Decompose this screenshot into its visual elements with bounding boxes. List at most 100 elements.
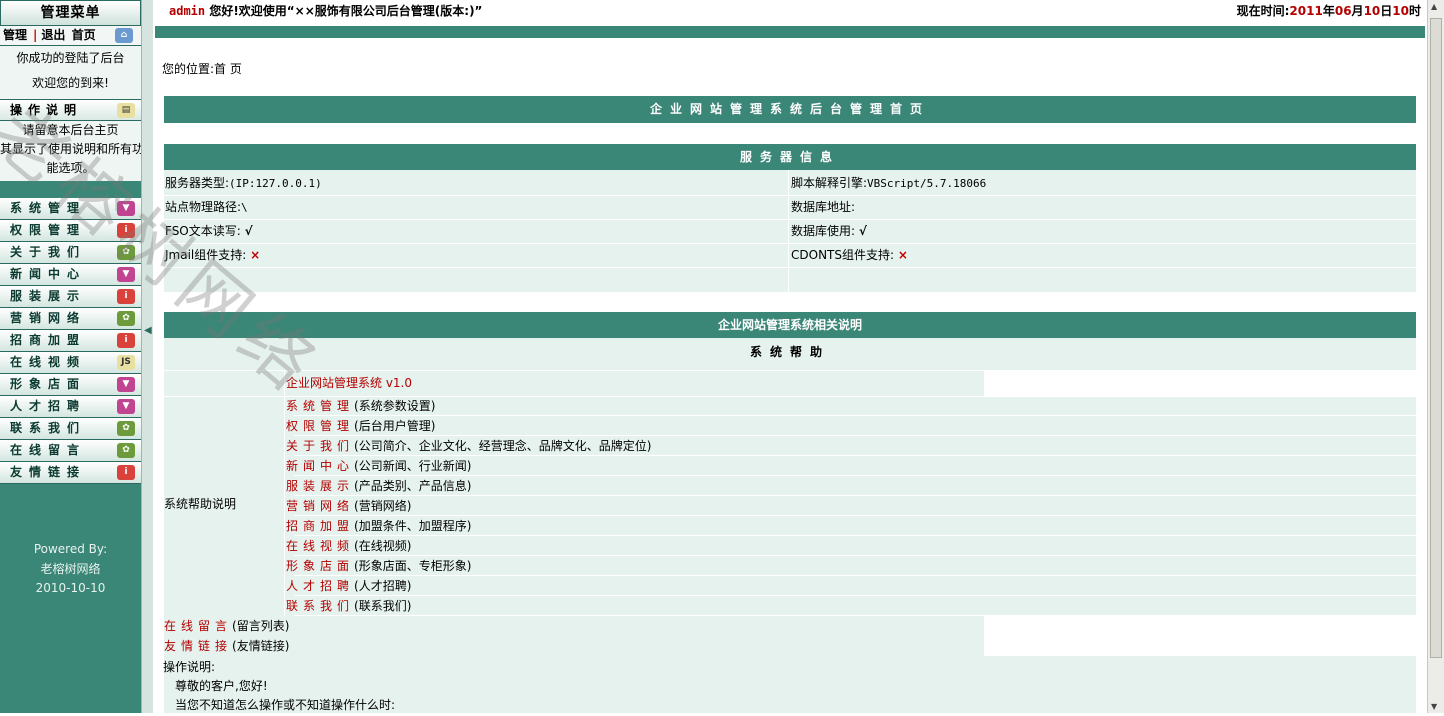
menu-red-icon: i [117, 223, 135, 238]
welcome-line-2: 欢迎您的到来! [32, 76, 109, 90]
welcome-line-1: 你成功的登陆了后台 [16, 51, 125, 65]
help-item-link[interactable]: 营销网络 [286, 499, 354, 513]
help-extra-item: 友情链接(友情链接) [164, 635, 289, 657]
fso-support: FSO文本读写: √ [165, 224, 253, 238]
sidebar-menu-item[interactable]: 关于我们 ✿ [0, 242, 141, 264]
scroll-down-icon[interactable]: ▼ [1431, 702, 1437, 711]
menu-item-label: 新闻中心 [10, 267, 87, 281]
help-item-link[interactable]: 形象店面 [286, 559, 354, 573]
sidebar-menu-item[interactable]: 形象店面 ▼ [0, 374, 141, 396]
home-link[interactable]: 首页 [72, 28, 96, 42]
breadcrumb: 您的位置:首 页 [162, 62, 242, 76]
help-item: 权限管理(后台用户管理) [286, 415, 435, 437]
menu-red-icon: i [117, 289, 135, 304]
guide-line-1: 请留意本后台主页 [22, 123, 119, 137]
sidebar-footer: Powered By: 老榕树网络 2010-10-10 [0, 540, 141, 599]
menu-green-icon: ✿ [117, 443, 135, 458]
menu-item-label: 人才招聘 [10, 399, 87, 413]
sidebar-menu-item[interactable]: 系统管理 ▼ [0, 198, 141, 220]
time-month: 06 [1334, 4, 1352, 18]
sidebar-menu-item[interactable]: 服装展示 i [0, 286, 141, 308]
help-item-link[interactable]: 联系我们 [286, 599, 354, 613]
help-extra-link[interactable]: 在线留言 [164, 619, 232, 633]
server-type: 服务器类型:(IP:127.0.0.1) [165, 176, 322, 190]
cdonts-support: CDONTS组件支持: × [791, 248, 908, 262]
database-usage: 数据库使用: √ [791, 224, 867, 238]
menu-item-label: 形象店面 [10, 377, 87, 391]
menu-red-icon: i [117, 465, 135, 480]
sidebar-menu-item[interactable]: 在线留言 ✿ [0, 440, 141, 462]
help-item: 关于我们(公司简介、企业文化、经营理念、品牌文化、品牌定位) [286, 435, 651, 457]
script-engine: 脚本解释引擎:VBScript/5.7.18066 [791, 176, 987, 190]
page-title: 企业网站管理系统后台管理首页 [164, 96, 1416, 123]
help-item-desc: (形象店面、专柜形象) [354, 559, 472, 573]
help-item-link[interactable]: 权限管理 [286, 419, 354, 433]
server-info-table [164, 170, 1416, 292]
help-item-desc: (加盟条件、加盟程序) [354, 519, 472, 533]
main-frame: admin 您好!欢迎使用“××服饰有限公司后台管理(版本:)” 现在时间:20… [155, 0, 1444, 713]
help-item-link[interactable]: 在线视频 [286, 539, 354, 553]
scroll-up-icon[interactable]: ▲ [1431, 2, 1437, 11]
help-extra-item: 在线留言(留言列表) [164, 615, 289, 637]
time-month-unit: 月 [1351, 4, 1364, 18]
sidebar-menu-item[interactable]: 营销网络 ✿ [0, 308, 141, 330]
time-year-unit: 年 [1322, 4, 1335, 18]
help-item-desc: (后台用户管理) [354, 419, 436, 433]
scroll-thumb[interactable] [1430, 18, 1442, 658]
time-day-unit: 日 [1380, 4, 1393, 18]
help-extra-link[interactable]: 友情链接 [164, 639, 232, 653]
help-subtitle: 系统帮助 [749, 345, 830, 359]
help-item: 招商加盟(加盟条件、加盟程序) [286, 515, 471, 537]
powered-date: 2010-10-10 [35, 581, 106, 595]
home-icon[interactable]: ⌂ [115, 28, 133, 43]
check-icon: √ [244, 224, 253, 238]
powered-by: Powered By: [33, 542, 108, 556]
manage-link[interactable]: 管理 [3, 28, 27, 42]
menu-pink-icon: ▼ [117, 201, 135, 216]
menu-pink-icon: ▼ [117, 267, 135, 282]
menu-item-label: 在线留言 [10, 443, 87, 457]
help-item-link[interactable]: 人才招聘 [286, 579, 354, 593]
sidebar-links: 管理 | 退出 首页 ⌂ [0, 26, 141, 46]
guide-line-3: 能选项。 [46, 161, 95, 175]
sidebar-menu-item[interactable]: 联系我们 ✿ [0, 418, 141, 440]
help-item-desc: (在线视频) [354, 539, 412, 553]
sidebar-menu-item[interactable]: 权限管理 i [0, 220, 141, 242]
collapse-arrow-icon[interactable]: ◀ [144, 325, 152, 336]
cross-icon: × [897, 248, 908, 262]
greeting: 您好!欢迎使用“××服饰有限公司后台管理(版本:)” [209, 4, 483, 18]
frame-splitter[interactable]: ◀ [141, 0, 153, 713]
sidebar-menu: 系统管理 ▼ 权限管理 i 关于我们 ✿ 新闻中心 ▼ 服装展示 i 营销网络 ✿ 招商加盟 i 在线视频 J… [0, 198, 141, 484]
current-time: 现在时间:2011年06月10日10时 [1237, 0, 1421, 22]
help-item: 人才招聘(人才招聘) [286, 575, 411, 597]
sidebar-menu-item[interactable]: 友情链接 i [0, 462, 141, 484]
physical-path: 站点物理路径:\ [165, 200, 248, 214]
guide-text: 请留意本后台主页 其显示了使用说明和所有功 能选项。 [0, 121, 141, 181]
time-hour-unit: 时 [1408, 4, 1421, 18]
help-item-desc: (公司简介、企业文化、经营理念、品牌文化、品牌定位) [354, 439, 652, 453]
menu-item-label: 服装展示 [10, 289, 87, 303]
sidebar-menu-item[interactable]: 招商加盟 i [0, 330, 141, 352]
sidebar: 管理菜单 管理 | 退出 首页 ⌂ 你成功的登陆了后台 欢迎您的到来! 操作说明 ▤… [0, 0, 141, 713]
help-item-desc: (人才招聘) [354, 579, 412, 593]
sidebar-menu-item[interactable]: 在线视频 JS [0, 352, 141, 374]
help-item-link[interactable]: 关于我们 [286, 439, 354, 453]
time-label: 现在时间: [1236, 4, 1290, 18]
help-item-desc: (系统参数设置) [354, 399, 436, 413]
help-extra-desc: (留言列表) [232, 619, 290, 633]
help-item-link[interactable]: 新闻中心 [286, 459, 354, 473]
powered-company: 老榕树网络 [40, 561, 101, 576]
logout-link[interactable]: 退出 [41, 28, 65, 42]
help-item-link[interactable]: 系统管理 [286, 399, 354, 413]
help-item-link[interactable]: 服装展示 [286, 479, 354, 493]
sidebar-menu-item[interactable]: 新闻中心 ▼ [0, 264, 141, 286]
help-item-link[interactable]: 招商加盟 [286, 519, 354, 533]
help-item: 形象店面(形象店面、专柜形象) [286, 555, 471, 577]
help-side-label: 系统帮助说明 [164, 497, 237, 511]
menu-item-label: 权限管理 [10, 223, 87, 237]
vertical-scrollbar[interactable]: ▲ ▼ [1427, 0, 1444, 713]
guide-header[interactable]: 操作说明 ▤ [0, 99, 141, 121]
sidebar-menu-item[interactable]: 人才招聘 ▼ [0, 396, 141, 418]
menu-item-label: 营销网络 [10, 311, 87, 325]
jmail-support: Jmail组件支持: × [165, 248, 261, 262]
